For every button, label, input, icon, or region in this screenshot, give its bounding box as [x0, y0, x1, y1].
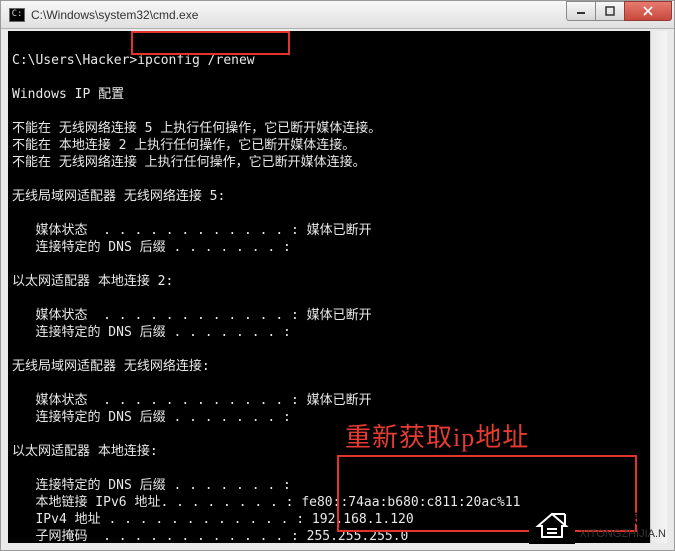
window-title: C:\Windows\system32\cmd.exe	[31, 8, 567, 22]
close-button[interactable]	[624, 1, 672, 21]
ip-config-header: Windows IP 配置	[12, 87, 124, 102]
watermark-title: 系统之家	[579, 512, 666, 529]
cmd-window: C: C:\Windows\system32\cmd.exe C:\Users\…	[0, 0, 675, 551]
media-status: 媒体状态 . . . . . . . . . . . . : 媒体已断开	[12, 223, 372, 238]
blank-line	[12, 342, 20, 357]
prompt-path: C:\Users\Hacker>	[12, 53, 137, 68]
blank-line	[12, 376, 20, 391]
watermark: 系统之家 XITONGZHIJIA.N	[529, 508, 666, 544]
media-status: 媒体状态 . . . . . . . . . . . . : 媒体已断开	[12, 308, 372, 323]
dns-suffix: 连接特定的 DNS 后缀 . . . . . . . :	[12, 325, 291, 340]
adapter-wlan-title: 无线局域网适配器 无线网络连接:	[12, 359, 210, 374]
dns-suffix: 连接特定的 DNS 后缀 . . . . . . . :	[12, 410, 291, 425]
maximize-button[interactable]	[595, 1, 625, 21]
terminal-output: C:\Users\Hacker>ipconfig /renew Windows …	[8, 31, 650, 543]
blank-line	[12, 257, 20, 272]
window-controls	[567, 1, 672, 21]
typed-command: ipconfig /renew	[137, 53, 254, 68]
blank-line	[12, 291, 20, 306]
blank-line	[12, 104, 20, 119]
vertical-scrollbar[interactable]	[650, 31, 667, 543]
adapter-lan2-title: 以太网适配器 本地连接 2:	[12, 274, 173, 289]
title-bar[interactable]: C: C:\Windows\system32\cmd.exe	[1, 1, 674, 29]
adapter-wlan5-title: 无线局域网适配器 无线网络连接 5:	[12, 189, 225, 204]
blank-line	[12, 70, 20, 85]
watermark-url: XITONGZHIJIA.N	[579, 528, 666, 540]
blank-line	[12, 172, 20, 187]
blank-line	[12, 206, 20, 221]
eth-dns-suffix: 连接特定的 DNS 后缀 . . . . . . . :	[12, 478, 291, 493]
dns-suffix: 连接特定的 DNS 后缀 . . . . . . . :	[12, 240, 291, 255]
adapter-lan-title: 以太网适配器 本地连接:	[12, 444, 158, 459]
error-wlan5: 不能在 无线网络连接 5 上执行任何操作，它已断开媒体连接。	[12, 121, 381, 136]
terminal-area[interactable]: C:\Users\Hacker>ipconfig /renew Windows …	[8, 31, 667, 543]
blank-line	[12, 427, 20, 442]
media-status: 媒体状态 . . . . . . . . . . . . : 媒体已断开	[12, 393, 372, 408]
error-wlan: 不能在 无线网络连接 上执行任何操作，它已断开媒体连接。	[12, 155, 366, 170]
eth-ipv4-address: IPv4 地址 . . . . . . . . . . . . : 192.16…	[12, 512, 414, 527]
cmd-icon: C:	[9, 8, 25, 22]
error-lan2: 不能在 本地连接 2 上执行任何操作，它已断开媒体连接。	[12, 138, 355, 153]
eth-ipv6-address: 本地链接 IPv6 地址. . . . . . . . : fe80::74aa…	[12, 495, 520, 510]
blank-line	[12, 461, 20, 476]
minimize-button[interactable]	[566, 1, 596, 21]
eth-subnet-mask: 子网掩码 . . . . . . . . . . . . : 255.255.2…	[12, 529, 408, 543]
watermark-logo	[529, 508, 575, 544]
